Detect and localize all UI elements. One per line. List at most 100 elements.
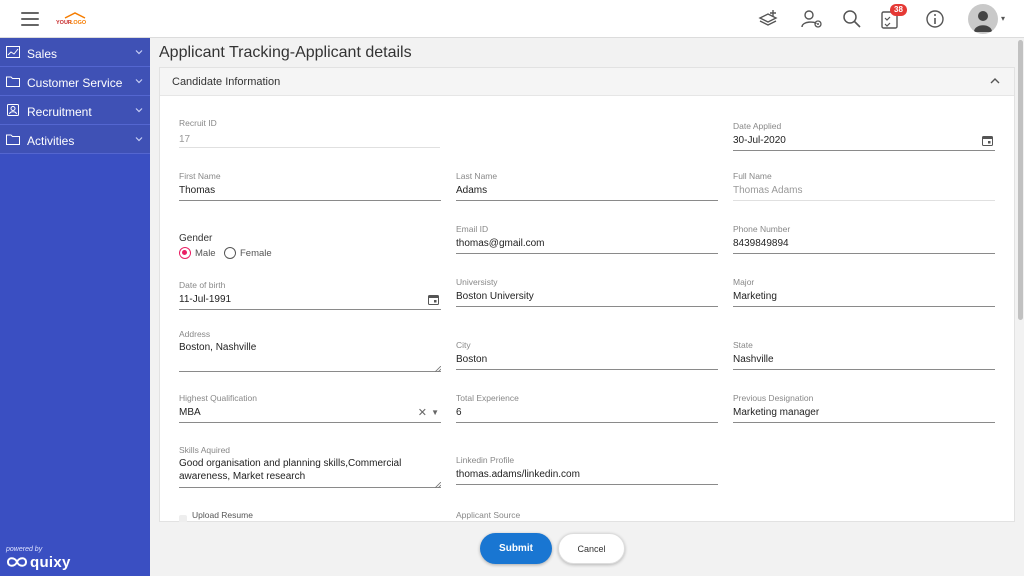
sidebar-item-label: Recruitment: [27, 105, 92, 119]
calendar-icon[interactable]: [428, 294, 439, 305]
first-name-field[interactable]: First Name Thomas: [179, 171, 441, 201]
search-icon[interactable]: [841, 8, 865, 30]
field-value: Boston, Nashville: [179, 342, 257, 353]
field-label: State: [733, 340, 753, 350]
add-layer-icon[interactable]: [757, 8, 781, 30]
field-label: City: [456, 340, 471, 350]
field-value: Nashville: [733, 354, 774, 365]
field-value: thomas@gmail.com: [456, 238, 545, 249]
field-value: 30-Jul-2020: [733, 135, 786, 146]
radio-label: Female: [240, 248, 272, 259]
info-icon[interactable]: [924, 8, 948, 30]
chevron-down-icon: [135, 135, 143, 143]
field-value: 17: [179, 134, 191, 145]
sidebar: Sales Customer Service Recruitment Activ…: [0, 38, 150, 576]
field-label: Skills Aquired: [179, 445, 231, 455]
sidebar-item-customer-service[interactable]: Customer Service: [0, 67, 150, 96]
last-name-field[interactable]: Last Name Adams: [456, 171, 718, 201]
user-avatar[interactable]: [968, 4, 998, 34]
field-value: Boston: [456, 354, 488, 365]
user-settings-icon[interactable]: [800, 8, 824, 30]
linkedin-field[interactable]: Linkedin Profile thomas.adams/linkedin.c…: [456, 455, 718, 485]
state-field[interactable]: State Nashville: [733, 340, 995, 370]
chevron-down-icon[interactable]: ▾: [1001, 14, 1005, 23]
field-label: Highest Qualification: [179, 393, 257, 403]
field-value: 8439849894: [733, 238, 789, 249]
gender-male-radio[interactable]: Male: [179, 247, 225, 261]
field-label: Full Name: [733, 171, 772, 181]
field-value: Thomas: [179, 185, 216, 196]
submit-button[interactable]: Submit: [480, 533, 552, 564]
qualification-select[interactable]: Highest Qualification MBA ✕ ▼: [179, 393, 441, 423]
sidebar-item-recruitment[interactable]: Recruitment: [0, 96, 150, 125]
scroll-thumb[interactable]: [1018, 40, 1023, 320]
chevron-down-icon: [135, 77, 143, 85]
chevron-down-icon[interactable]: ▼: [431, 408, 439, 417]
field-label: Last Name: [456, 171, 498, 181]
experience-field[interactable]: Total Experience 6: [456, 393, 718, 423]
field-value: Marketing manager: [733, 407, 820, 418]
radio-unchecked: [224, 247, 236, 259]
field-value: Good organisation and planning skills,Co…: [179, 458, 402, 482]
resize-handle-icon[interactable]: [434, 480, 442, 489]
top-bar: YOUR LOGO 38 ▾: [0, 0, 1024, 38]
clear-icon[interactable]: ✕: [418, 406, 427, 419]
folder-icon: [6, 133, 20, 145]
tasks-icon[interactable]: 38: [879, 4, 907, 30]
section-header[interactable]: Candidate Information: [160, 68, 1014, 96]
company-logo: YOUR LOGO: [55, 12, 87, 26]
chevron-down-icon: [135, 106, 143, 114]
prev-designation-field[interactable]: Previous Designation Marketing manager: [733, 393, 995, 423]
chevron-up-icon[interactable]: [990, 77, 1000, 85]
field-label: Address: [179, 329, 211, 339]
university-field[interactable]: Universisty Boston University: [456, 277, 718, 307]
notification-badge: 38: [890, 4, 907, 16]
field-value: thomas.adams/linkedin.com: [456, 469, 580, 480]
field-label: Email ID: [456, 224, 489, 234]
field-label: Recruit ID: [179, 118, 217, 128]
quixy-logo: quixy: [6, 554, 70, 571]
full-name-field: Full Name Thomas Adams: [733, 171, 995, 201]
sidebar-item-label: Activities: [27, 134, 75, 148]
page-title: Applicant Tracking-Applicant details: [159, 44, 412, 61]
phone-field[interactable]: Phone Number 8439849894: [733, 224, 995, 254]
field-label: Phone Number: [733, 224, 791, 234]
address-field[interactable]: Address Boston, Nashville: [179, 329, 442, 373]
date-applied-field[interactable]: Date Applied 30-Jul-2020: [733, 121, 995, 151]
city-field[interactable]: City Boston: [456, 340, 718, 370]
email-field[interactable]: Email ID thomas@gmail.com: [456, 224, 718, 254]
field-label: Previous Designation: [733, 393, 814, 403]
sidebar-item-sales[interactable]: Sales: [0, 38, 150, 67]
svg-text:LOGO: LOGO: [70, 20, 87, 26]
chart-icon: [6, 46, 20, 58]
gender-female-radio[interactable]: Female: [224, 247, 274, 261]
dob-field[interactable]: Date of birth 11-Jul-1991: [179, 280, 441, 310]
field-label: Major: [733, 277, 755, 287]
cancel-button[interactable]: Cancel: [558, 533, 625, 564]
field-label: First Name: [179, 171, 221, 181]
field-label: Total Experience: [456, 393, 519, 403]
field-label: Universisty: [456, 277, 498, 287]
sidebar-item-label: Sales: [27, 47, 58, 61]
radio-label: Male: [195, 248, 216, 259]
field-label: Date of birth: [179, 280, 226, 290]
platform-name: quixy: [30, 554, 71, 571]
calendar-icon[interactable]: [982, 135, 993, 146]
sidebar-item-activities[interactable]: Activities: [0, 125, 150, 154]
chevron-down-icon: [135, 48, 143, 56]
major-field[interactable]: Major Marketing: [733, 277, 995, 307]
field-value: MBA: [179, 407, 201, 418]
field-value: 6: [456, 407, 462, 418]
field-value: Thomas Adams: [733, 185, 803, 196]
skills-field[interactable]: Skills Aquired Good organisation and pla…: [179, 445, 442, 489]
section-title: Candidate Information: [172, 76, 281, 88]
applicant-source-label: Applicant Source: [456, 510, 521, 520]
contact-icon: [6, 104, 20, 116]
menu-icon[interactable]: [21, 12, 39, 26]
field-value: Marketing: [733, 291, 777, 302]
radio-checked: [179, 247, 191, 259]
resize-handle-icon[interactable]: [434, 364, 442, 373]
recruit-id-field: Recruit ID 17: [179, 118, 440, 148]
field-label: Linkedin Profile: [456, 455, 515, 465]
scrollbar[interactable]: [1017, 38, 1023, 576]
